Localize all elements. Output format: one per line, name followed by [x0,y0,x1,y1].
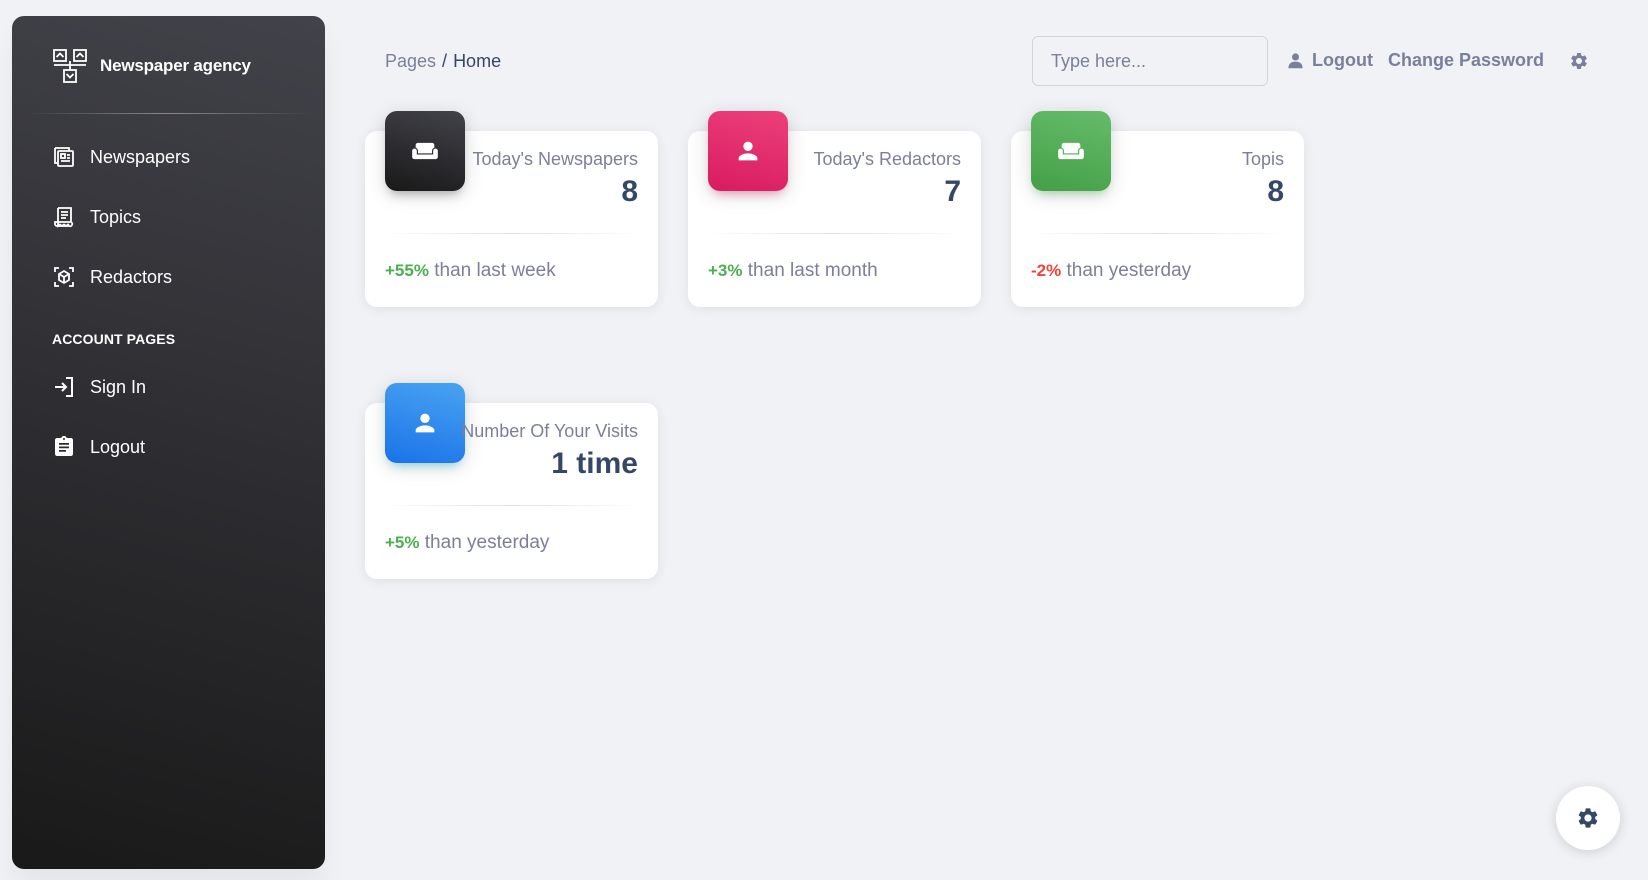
newspaper-icon [54,147,74,167]
card-value: 7 [944,175,961,208]
sidebar-item-label: Topics [90,206,142,227]
card-footer-text: than last month [747,260,878,281]
sidebar-section-title: ACCOUNT PAGES [52,331,176,347]
breadcrumb-pages-link[interactable]: Pages [385,51,436,72]
card-delta: +3% [708,261,743,280]
sidebar-item-topics[interactable]: Topics [52,202,141,232]
cube-scan-icon [54,267,74,287]
card-value: 1 time [551,447,638,480]
weekend-icon [1058,142,1084,160]
card-label: Number Of Your Visits [461,421,638,441]
sidebar-item-newspapers[interactable]: Newspapers [52,142,190,172]
sidebar-item-label: Sign In [90,376,147,397]
breadcrumb-separator: / [442,51,448,71]
card-footer-text: than last week [434,260,556,281]
card-footer: -2% than yesterday [1031,260,1191,282]
sidebar-item-label: Newspapers [90,146,191,167]
stat-card-topics: Topis 8 -2% than yesterday [1011,111,1304,307]
card-footer: +3% than last month [708,260,878,282]
gear-icon [1578,808,1598,828]
card-footer: +55% than last week [385,260,556,282]
card-label: Today's Redactors [813,149,961,169]
stat-card-newspapers: Today's Newspapers 8 +55% than last week [365,111,658,307]
card-divider [704,233,965,234]
card-delta: +55% [385,261,429,280]
user-icon [1288,53,1303,69]
card-value: 8 [1267,175,1284,208]
search-input[interactable] [1032,36,1268,86]
card-icon-box [385,383,465,463]
card-icon-box [708,111,788,191]
sidebar: Newspaper agency Newspapers Topics Redac [12,16,325,869]
weekend-icon [412,142,438,160]
login-icon [55,377,73,397]
card-footer-text: than yesterday [424,532,550,553]
change-password-label: Change Password [1388,50,1545,70]
sidebar-item-redactors[interactable]: Redactors [52,262,172,292]
card-divider [381,505,642,506]
logout-link[interactable]: Logout [1287,50,1373,71]
card-delta: -2% [1031,261,1062,280]
logout-label: Logout [1312,50,1373,70]
settings-button[interactable] [1569,51,1589,71]
breadcrumb: Pages / Home [385,51,501,72]
clipboard-icon [55,436,73,456]
sidebar-item-label: Logout [90,436,146,457]
change-password-link[interactable]: Change Password [1388,50,1544,71]
breadcrumb-current: Home [453,51,502,71]
person-icon [738,141,758,161]
brand[interactable]: Newspaper agency [52,48,251,84]
stat-card-redactors: Today's Redactors 7 +3% than last month [688,111,981,307]
card-delta: +5% [385,533,420,552]
person-icon [415,413,435,433]
card-footer: +5% than yesterday [385,532,549,554]
configurator-button[interactable] [1556,786,1620,850]
card-divider [1027,233,1288,234]
card-footer-text: than yesterday [1066,260,1192,281]
sidebar-item-sign-in[interactable]: Sign In [52,372,146,402]
stat-card-visits: Number Of Your Visits 1 time +5% than ye… [365,383,658,579]
receipt-icon [54,207,74,228]
network-logo-icon [53,49,87,83]
sidebar-item-label: Redactors [90,266,173,287]
brand-title: Newspaper agency [100,56,251,75]
card-divider [381,233,642,234]
card-label: Today's Newspapers [472,149,638,169]
card-value: 8 [621,175,638,208]
card-label: Topis [1241,149,1284,169]
sidebar-item-logout[interactable]: Logout [52,432,145,462]
gear-icon [1571,52,1587,69]
sidebar-divider [28,113,309,114]
card-icon-box [1031,111,1111,191]
card-icon-box [385,111,465,191]
